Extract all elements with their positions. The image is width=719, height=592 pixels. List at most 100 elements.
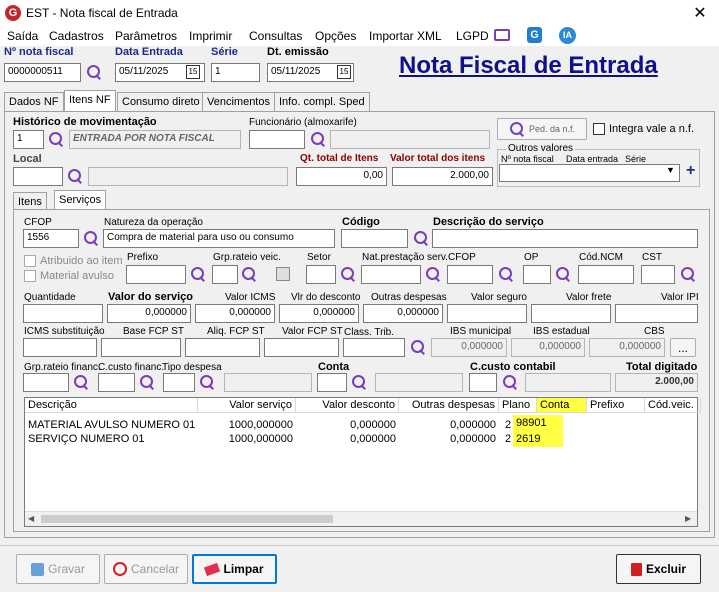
tab-consumo-direto[interactable]: Consumo direto	[117, 92, 205, 111]
g-app-icon[interactable]: G	[527, 27, 542, 43]
menu-opcoes[interactable]: Opções	[315, 29, 356, 43]
op-input[interactable]	[523, 265, 551, 284]
cfop-input[interactable]: 1556	[23, 229, 79, 248]
cod-ncm-input[interactable]	[578, 265, 634, 284]
search-cfop2-icon[interactable]	[498, 266, 514, 282]
natureza-input[interactable]: Compra de material para uso ou consumo	[103, 229, 335, 248]
menu-parametros[interactable]: Parâmetros	[115, 29, 177, 43]
descricao-servico-input[interactable]	[432, 229, 698, 248]
setor-input[interactable]	[306, 265, 336, 284]
monitor-icon[interactable]	[494, 29, 510, 41]
class-trib-input[interactable]	[343, 338, 405, 357]
search-c-custo-fin-icon[interactable]	[139, 374, 155, 390]
menu-lgpd[interactable]: LGPD	[456, 29, 489, 43]
col-outras-despesas[interactable]: Outras despesas	[399, 398, 499, 413]
search-codigo-icon[interactable]	[413, 230, 429, 246]
search-cfop-icon[interactable]	[83, 230, 99, 246]
atribuido-checkbox[interactable]	[24, 255, 36, 267]
search-op-icon[interactable]	[555, 266, 571, 282]
scroll-left-icon[interactable]: ◀	[28, 514, 34, 523]
row2-valor[interactable]: 1000,000000	[198, 433, 296, 446]
integra-checkbox[interactable]	[593, 123, 605, 135]
scroll-right-icon[interactable]: ▶	[685, 514, 691, 523]
local-input[interactable]	[13, 167, 63, 186]
outros-select[interactable]	[499, 164, 680, 182]
row1-valor[interactable]: 1000,000000	[198, 419, 296, 432]
ia-icon[interactable]: IA	[559, 27, 576, 44]
search-setor-icon[interactable]	[340, 266, 356, 282]
outras-despesas-input[interactable]: 0,000000	[363, 304, 443, 323]
search-grp-rateio-icon[interactable]	[241, 266, 257, 282]
scroll-thumb[interactable]	[41, 515, 333, 523]
menu-saida[interactable]: Saída	[7, 29, 38, 43]
search-class-trib-icon[interactable]	[410, 339, 426, 355]
add-outros-icon[interactable]: +	[686, 162, 695, 180]
horizontal-scrollbar[interactable]: ◀ ▶	[25, 511, 697, 526]
limpar-button[interactable]: Limpar	[192, 554, 277, 584]
col-valor-servico[interactable]: Valor serviço	[198, 398, 296, 413]
menu-cadastros[interactable]: Cadastros	[49, 29, 104, 43]
col-c[interactable]	[701, 398, 707, 413]
grp-rateio-input[interactable]	[212, 265, 238, 284]
tipo-despesa-input[interactable]	[163, 373, 195, 392]
search-historico-icon[interactable]	[48, 131, 64, 147]
nat-prest-input[interactable]	[361, 265, 421, 284]
cancelar-button[interactable]: Cancelar	[104, 554, 188, 584]
prefixo-input[interactable]	[126, 265, 186, 284]
calculator-icon[interactable]	[276, 267, 290, 281]
cst-input[interactable]	[641, 265, 675, 284]
search-funcionario-icon[interactable]	[310, 131, 326, 147]
valor-seguro-input[interactable]	[447, 304, 527, 323]
more-button[interactable]: ...	[670, 338, 696, 357]
valor-ipi-input[interactable]	[615, 304, 698, 323]
valor-icms-input[interactable]: 0,000000	[195, 304, 275, 323]
c-custo-contabil-input[interactable]	[469, 373, 497, 392]
servicos-table[interactable]: Descrição Valor serviço Valor desconto O…	[24, 397, 701, 527]
ped-nf-button[interactable]: Ped. da n.f.	[497, 118, 587, 140]
historico-code-input[interactable]: 1	[13, 130, 44, 149]
valor-servico-input[interactable]: 0,000000	[107, 304, 191, 323]
col-conta[interactable]: Conta	[537, 398, 587, 413]
gravar-button[interactable]: Gravar	[16, 554, 100, 584]
row1-conta[interactable]: 98901	[513, 415, 563, 430]
icms-subst-input[interactable]	[23, 338, 97, 357]
search-nat-prest-icon[interactable]	[425, 266, 441, 282]
chevron-down-icon[interactable]: ▼	[666, 165, 675, 175]
row1-desconto[interactable]: 0,000000	[296, 419, 399, 432]
excluir-button[interactable]: Excluir	[616, 554, 701, 584]
tab-dados-nf[interactable]: Dados NF	[4, 92, 64, 111]
col-descricao[interactable]: Descrição	[25, 398, 198, 413]
c-custo-fin-input[interactable]	[98, 373, 135, 392]
base-fcp-input[interactable]	[101, 338, 181, 357]
search-prefixo-icon[interactable]	[190, 266, 206, 282]
close-icon[interactable]: ✕	[690, 3, 710, 23]
conta-input[interactable]	[317, 373, 347, 392]
codigo-input[interactable]	[341, 229, 408, 248]
tab-vencimentos[interactable]: Vencimentos	[202, 92, 275, 111]
col-valor-desconto[interactable]: Valor desconto	[296, 398, 399, 413]
menu-importar-xml[interactable]: Importar XML	[369, 29, 442, 43]
row2-descricao[interactable]: SERVIÇO NUMERO 01	[25, 433, 148, 446]
cfop2-input[interactable]	[447, 265, 493, 284]
tab-itens-nf[interactable]: Itens NF	[64, 90, 116, 111]
search-c-custo-contabil-icon[interactable]	[502, 374, 518, 390]
search-cst-icon[interactable]	[680, 266, 696, 282]
calendar-emissao-icon[interactable]: 15	[337, 65, 351, 79]
menu-imprimir[interactable]: Imprimir	[189, 29, 232, 43]
col-cod-veic[interactable]: Cód.veic.	[645, 398, 701, 413]
search-tipo-despesa-icon[interactable]	[199, 374, 215, 390]
tab-info-compl-sped[interactable]: Info. compl. Sped	[274, 92, 370, 111]
row2-outras[interactable]: 0,000000	[399, 433, 499, 446]
grp-rateio-fin-input[interactable]	[23, 373, 69, 392]
funcionario-input[interactable]	[249, 130, 305, 149]
row1-outras[interactable]: 0,000000	[399, 419, 499, 432]
row1-descricao[interactable]: MATERIAL AVULSO NUMERO 01	[25, 419, 198, 432]
search-grp-rateio-fin-icon[interactable]	[73, 374, 89, 390]
material-avulso-checkbox[interactable]	[24, 270, 36, 282]
search-local-icon[interactable]	[67, 168, 83, 184]
calendar-icon[interactable]: 15	[186, 65, 200, 79]
search-nota-icon[interactable]	[86, 64, 102, 80]
quantidade-input[interactable]	[23, 304, 103, 323]
valor-fcp-input[interactable]	[264, 338, 339, 357]
subtab-itens[interactable]: Itens	[13, 192, 47, 210]
